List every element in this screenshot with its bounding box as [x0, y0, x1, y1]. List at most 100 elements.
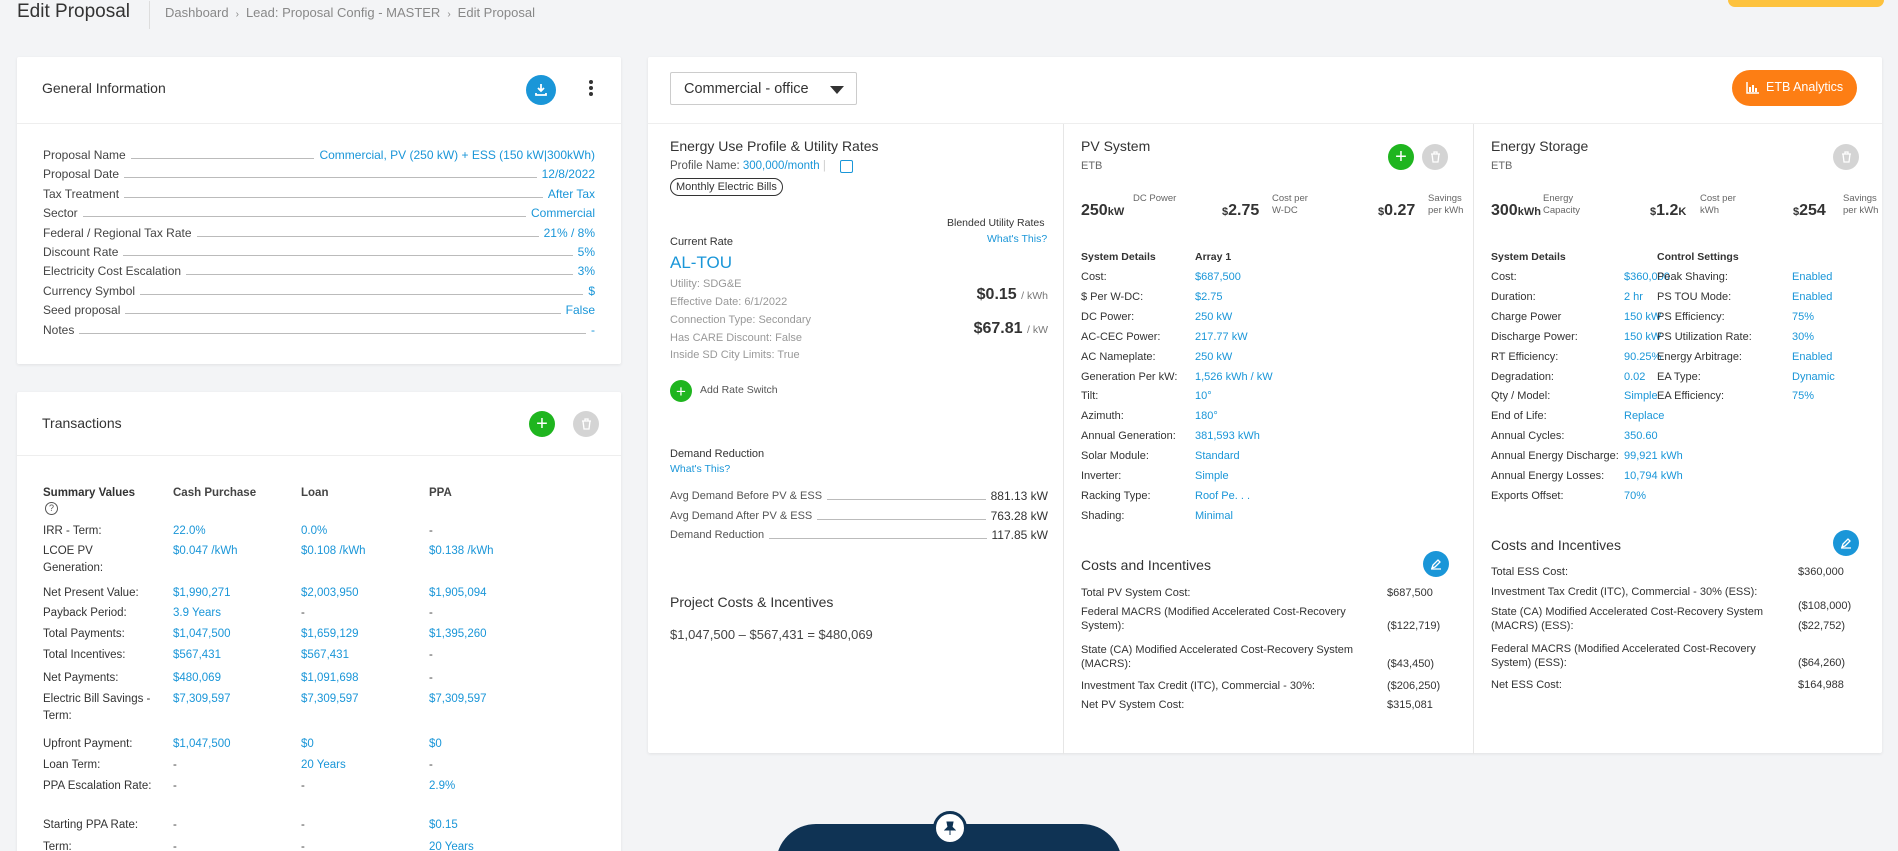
add-rate-switch-label[interactable]: Add Rate Switch	[700, 384, 778, 396]
delete-pv-button[interactable]	[1422, 144, 1448, 170]
edit-pv-costs-button[interactable]	[1423, 551, 1449, 577]
field-value[interactable]: $	[588, 284, 595, 298]
demand-label: Demand Reduction	[670, 529, 765, 541]
field-value[interactable]: After Tax	[548, 187, 595, 201]
detail-value[interactable]: Standard	[1195, 450, 1240, 462]
edit-profile-icon[interactable]	[840, 160, 853, 173]
detail-value[interactable]: 2 hr	[1624, 291, 1643, 303]
loan-value: -	[301, 607, 305, 619]
loan-value[interactable]: $1,659,129	[301, 626, 359, 643]
detail-value[interactable]: Enabled	[1792, 291, 1832, 303]
ppa-value[interactable]: $0.15	[429, 817, 458, 834]
detail-value[interactable]: $2.75	[1195, 291, 1223, 303]
monthly-bills-label: Monthly Electric Bills	[676, 181, 777, 193]
edit-icon	[1430, 559, 1441, 570]
detail-value[interactable]: 250 kW	[1195, 311, 1232, 323]
detail-value[interactable]: $687,500	[1195, 271, 1241, 283]
ppa-value[interactable]: 20 Years	[429, 839, 474, 851]
loan-value[interactable]: 0.0%	[301, 523, 327, 540]
blended-whats-this-link[interactable]: What's This?	[987, 233, 1047, 245]
profile-select[interactable]: Commercial - office	[670, 72, 857, 105]
detail-value[interactable]: 150 kW	[1624, 311, 1661, 323]
detail-value[interactable]: 0.02	[1624, 371, 1645, 383]
loan-value[interactable]: $0	[301, 736, 314, 753]
cash-value[interactable]: $567,431	[173, 647, 221, 664]
detail-value[interactable]: 10,794 kWh	[1624, 470, 1683, 482]
field-value[interactable]: 12/8/2022	[542, 167, 595, 181]
loan-value[interactable]: $567,431	[301, 647, 349, 664]
detail-value[interactable]: 381,593 kWh	[1195, 430, 1260, 442]
rate-name-link[interactable]: AL-TOU	[670, 253, 732, 273]
detail-value[interactable]: 350.60	[1624, 430, 1658, 442]
field-value[interactable]: Commercial, PV (250 kW) + ESS (150 kW|30…	[319, 148, 595, 162]
ppa-value[interactable]: $7,309,597	[429, 691, 487, 708]
breadcrumb-current: Edit Proposal	[457, 5, 535, 20]
detail-value[interactable]: 250 kW	[1195, 351, 1232, 363]
detail-value[interactable]: Replace	[1624, 410, 1664, 422]
cash-value[interactable]: $1,047,500	[173, 626, 231, 643]
loan-value[interactable]: $7,309,597	[301, 691, 359, 708]
field-value[interactable]: Commercial	[531, 206, 595, 220]
detail-value[interactable]: 75%	[1792, 311, 1814, 323]
ppa-value[interactable]: $0.138 /kWh	[429, 543, 494, 560]
detail-value[interactable]: Roof Pe. . .	[1195, 490, 1250, 502]
loan-value[interactable]: $0.108 /kWh	[301, 543, 366, 560]
detail-label: Annual Cycles:	[1491, 430, 1565, 443]
detail-value[interactable]: 90.25%	[1624, 351, 1661, 363]
current-rate-label: Current Rate	[670, 236, 733, 248]
detail-value[interactable]: 180°	[1195, 410, 1218, 422]
etb-analytics-button[interactable]: ETB Analytics	[1732, 70, 1857, 106]
detail-value[interactable]: Enabled	[1792, 271, 1832, 283]
profile-name-value[interactable]: 300,000/month	[743, 160, 820, 172]
detail-value[interactable]: 30%	[1792, 331, 1814, 343]
ppa-value[interactable]: $0	[429, 736, 442, 753]
download-button[interactable]	[526, 75, 556, 105]
question-circle-icon[interactable]: ?	[45, 502, 58, 515]
field-value[interactable]: 3%	[578, 264, 595, 278]
more-options-icon[interactable]	[589, 78, 595, 98]
top-action-button[interactable]	[1728, 0, 1884, 7]
detail-value[interactable]: 217.77 kW	[1195, 331, 1248, 343]
detail-value[interactable]: 99,921 kWh	[1624, 450, 1683, 462]
loan-value[interactable]: $2,003,950	[301, 585, 359, 602]
pin-button[interactable]	[933, 811, 967, 845]
ppa-value[interactable]: 2.9%	[429, 778, 455, 795]
edit-ess-costs-button[interactable]	[1833, 530, 1859, 556]
cash-value[interactable]: $1,047,500	[173, 736, 231, 753]
detail-value[interactable]: 70%	[1624, 490, 1646, 502]
detail-value[interactable]: Dynamic	[1792, 371, 1835, 383]
cash-value[interactable]: 22.0%	[173, 523, 206, 540]
detail-value[interactable]: 75%	[1792, 390, 1814, 402]
detail-value[interactable]: 1,526 kWh / kW	[1195, 371, 1273, 383]
cash-value[interactable]: $480,069	[173, 670, 221, 687]
detail-value[interactable]: Enabled	[1792, 351, 1832, 363]
leader-line	[130, 158, 315, 159]
field-value[interactable]: False	[566, 303, 595, 317]
field-value[interactable]: -	[591, 323, 595, 337]
cash-value[interactable]: $7,309,597	[173, 691, 231, 708]
loan-value[interactable]: $1,091,698	[301, 670, 359, 687]
cash-value[interactable]: $1,990,271	[173, 585, 231, 602]
detail-value[interactable]: Minimal	[1195, 510, 1233, 522]
add-transaction-button[interactable]: +	[529, 411, 555, 437]
detail-value[interactable]: Simple	[1624, 390, 1658, 402]
breadcrumb-lead[interactable]: Lead: Proposal Config - MASTER	[246, 5, 440, 20]
detail-value[interactable]: 10°	[1195, 390, 1212, 402]
detail-value[interactable]: Simple	[1195, 470, 1229, 482]
cash-value[interactable]: $0.047 /kWh	[173, 543, 238, 560]
demand-whats-this-link[interactable]: What's This?	[670, 463, 730, 475]
detail-value[interactable]: 150 kW	[1624, 331, 1661, 343]
monthly-bills-badge[interactable]: Monthly Electric Bills	[670, 178, 783, 196]
ppa-value: -	[429, 649, 433, 661]
loan-value[interactable]: 20 Years	[301, 757, 346, 774]
delete-ess-button[interactable]	[1833, 144, 1859, 170]
ppa-value[interactable]: $1,395,260	[429, 626, 487, 643]
ppa-value[interactable]: $1,905,094	[429, 585, 487, 602]
add-rate-switch-button[interactable]: +	[670, 380, 692, 402]
cash-value[interactable]: 3.9 Years	[173, 605, 221, 622]
field-value[interactable]: 21% / 8%	[544, 226, 595, 240]
delete-transaction-button[interactable]	[573, 411, 599, 437]
field-value[interactable]: 5%	[578, 245, 595, 259]
breadcrumb-dashboard[interactable]: Dashboard	[165, 5, 229, 20]
add-pv-button[interactable]: +	[1388, 144, 1414, 170]
